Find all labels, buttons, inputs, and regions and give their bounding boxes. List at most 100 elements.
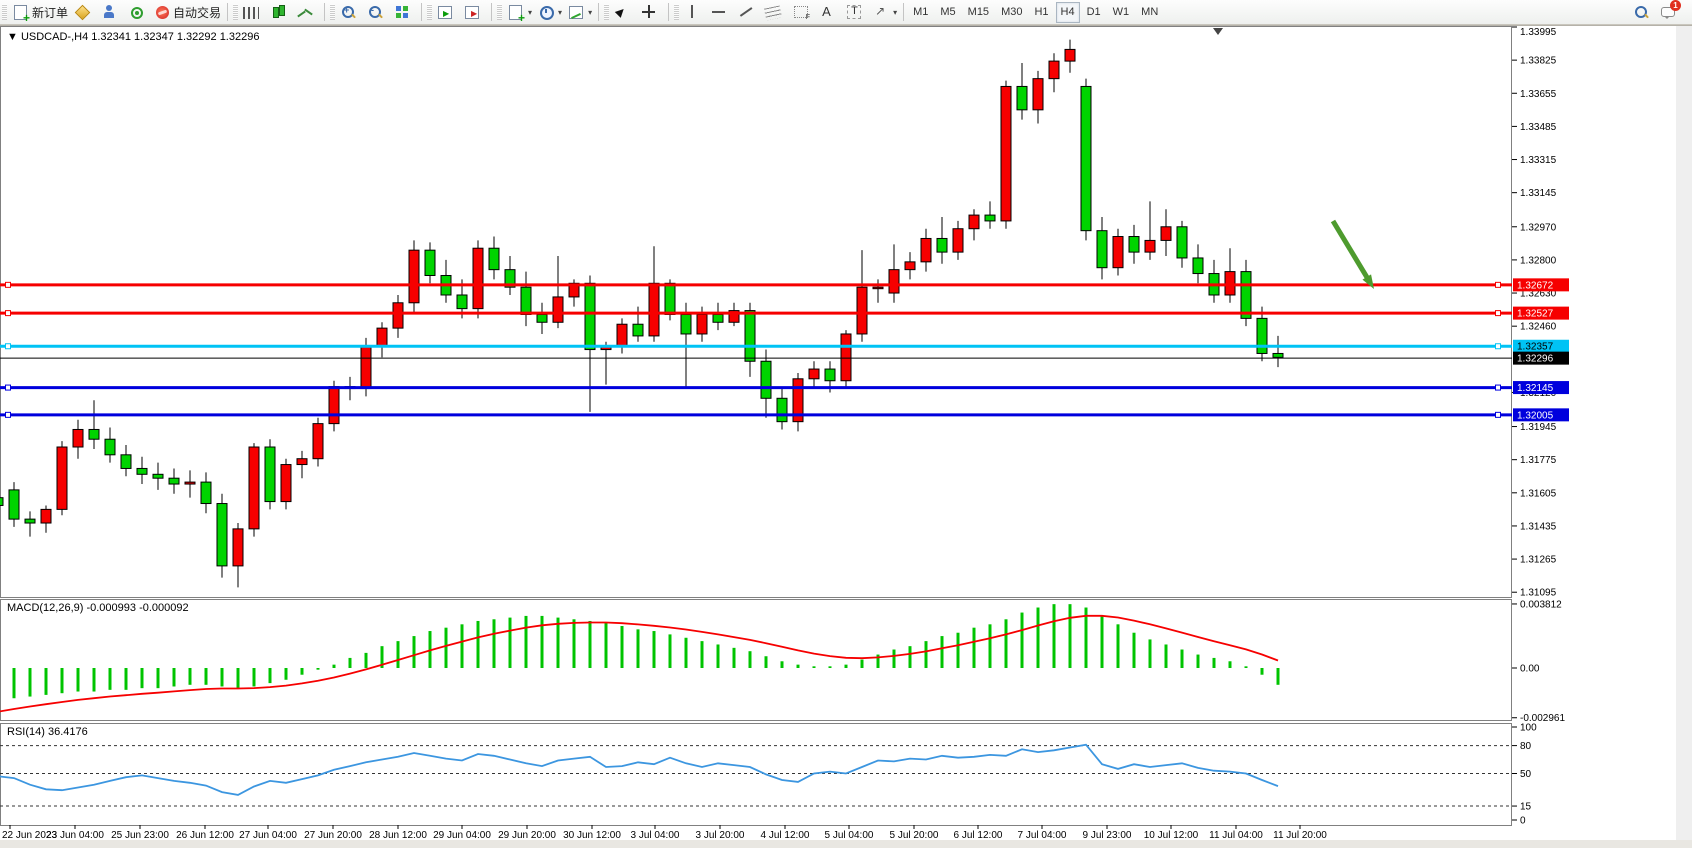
macd-axis-label: 0.00 bbox=[1520, 664, 1540, 675]
line-handle[interactable] bbox=[1496, 311, 1501, 316]
macd-bar bbox=[61, 668, 64, 693]
signal-button[interactable] bbox=[125, 1, 152, 24]
timeframe-m1[interactable]: M1 bbox=[908, 2, 933, 23]
chevron-down-icon[interactable]: ▾ bbox=[588, 8, 592, 17]
line-handle[interactable] bbox=[1496, 344, 1501, 349]
line-handle[interactable] bbox=[1496, 282, 1501, 287]
bar-chart-icon bbox=[243, 7, 259, 19]
chevron-down-icon[interactable]: ▾ bbox=[528, 8, 532, 17]
gold-button[interactable] bbox=[71, 1, 98, 24]
chevron-down-icon[interactable]: ▾ bbox=[558, 8, 562, 17]
trendline-button[interactable] bbox=[735, 1, 762, 24]
chart-shift-button[interactable] bbox=[461, 1, 488, 24]
fibonacci-button[interactable] bbox=[762, 1, 789, 24]
grid-icon bbox=[794, 6, 808, 18]
channel-button[interactable] bbox=[789, 1, 816, 24]
window-edge bbox=[1676, 26, 1692, 840]
auto-scroll-button[interactable] bbox=[434, 1, 461, 24]
macd-bar bbox=[701, 641, 704, 668]
candle-body bbox=[1001, 86, 1011, 220]
text-button[interactable] bbox=[816, 1, 843, 24]
periods-button[interactable]: ▾ bbox=[535, 1, 565, 24]
candle-body bbox=[969, 215, 979, 229]
line-handle[interactable] bbox=[1496, 385, 1501, 390]
line-handle[interactable] bbox=[6, 311, 11, 316]
rsi-axis-label: 0 bbox=[1520, 816, 1526, 827]
macd-bar bbox=[269, 668, 272, 683]
new-chart-button[interactable]: ▾ bbox=[504, 1, 535, 24]
candle-body bbox=[953, 229, 963, 252]
timeframe-m30[interactable]: M30 bbox=[996, 2, 1027, 23]
timeframe-d1[interactable]: D1 bbox=[1082, 2, 1106, 23]
crosshair-button[interactable] bbox=[638, 1, 665, 24]
new-order-button[interactable]: 新订单 bbox=[9, 1, 71, 24]
macd-bar bbox=[541, 616, 544, 668]
line-handle[interactable] bbox=[6, 282, 11, 287]
cursor-button[interactable] bbox=[611, 1, 638, 24]
candle-body bbox=[937, 238, 947, 252]
macd-bar bbox=[1133, 633, 1136, 668]
candle-body bbox=[745, 311, 755, 362]
timeframe-w1[interactable]: W1 bbox=[1108, 2, 1135, 23]
candle-body bbox=[473, 248, 483, 308]
candle-body bbox=[1177, 227, 1187, 258]
community-button[interactable] bbox=[98, 1, 125, 24]
price-tick-label: 1.31095 bbox=[1520, 588, 1557, 599]
search-button[interactable] bbox=[1630, 1, 1657, 24]
macd-bar bbox=[301, 668, 304, 675]
candle-body bbox=[265, 447, 275, 502]
candle-body bbox=[137, 468, 147, 474]
tile-windows-button[interactable] bbox=[391, 1, 418, 24]
chart-canvas[interactable]: 1.339951.338251.336551.334851.333151.331… bbox=[0, 26, 1692, 840]
candlestick-button[interactable] bbox=[267, 1, 294, 24]
label-button[interactable] bbox=[843, 1, 870, 24]
macd-bar bbox=[397, 641, 400, 668]
timeframe-m15[interactable]: M15 bbox=[963, 2, 994, 23]
timeframe-m5[interactable]: M5 bbox=[935, 2, 960, 23]
new-order-button-label: 新订单 bbox=[32, 4, 68, 21]
price-label-1.32357-text: 1.32357 bbox=[1517, 342, 1554, 353]
macd-bar bbox=[77, 668, 80, 692]
line-handle[interactable] bbox=[6, 412, 11, 417]
bar-chart-button[interactable] bbox=[240, 1, 267, 24]
timeframe-h4[interactable]: H4 bbox=[1056, 2, 1080, 23]
price-tick-label: 1.33145 bbox=[1520, 188, 1557, 199]
candle-body bbox=[217, 504, 227, 566]
zoom-out-button[interactable]: - bbox=[364, 1, 391, 24]
chat-button[interactable]: 1 bbox=[1657, 1, 1684, 24]
candle-body bbox=[1081, 86, 1091, 230]
line-handle[interactable] bbox=[1496, 412, 1501, 417]
horizontal-line-button[interactable] bbox=[708, 1, 735, 24]
candle-body bbox=[665, 283, 675, 314]
doc-plus-icon bbox=[14, 5, 27, 20]
macd-bar bbox=[285, 668, 288, 680]
timeframe-h1[interactable]: H1 bbox=[1029, 2, 1053, 23]
line-handle[interactable] bbox=[6, 385, 11, 390]
macd-bar bbox=[109, 668, 112, 690]
macd-bar bbox=[509, 618, 512, 668]
line-handle[interactable] bbox=[6, 344, 11, 349]
notification-badge: 1 bbox=[1670, 0, 1681, 11]
macd-bar bbox=[1053, 604, 1056, 668]
zoom-in-button[interactable]: + bbox=[337, 1, 364, 24]
indicators-button[interactable]: ▾ bbox=[565, 1, 595, 24]
chevron-down-icon[interactable]: ▾ bbox=[893, 8, 897, 17]
autotrade-button[interactable]: 自动交易 bbox=[152, 1, 224, 24]
gold-icon bbox=[74, 4, 90, 20]
candle-body bbox=[905, 262, 915, 270]
time-tick-label: 5 Jul 20:00 bbox=[890, 830, 939, 840]
line-chart-button[interactable] bbox=[294, 1, 321, 24]
arrows-button[interactable]: ▾ bbox=[870, 1, 900, 24]
macd-bar bbox=[733, 648, 736, 668]
vertical-line-button[interactable] bbox=[681, 1, 708, 24]
candle-body bbox=[841, 334, 851, 381]
time-tick-label: 27 Jun 20:00 bbox=[304, 830, 362, 840]
macd-bar bbox=[573, 619, 576, 668]
rsi-axis-label: 15 bbox=[1520, 802, 1532, 813]
macd-bar bbox=[1021, 613, 1024, 668]
macd-bar bbox=[1181, 650, 1184, 668]
fibonacci-icon bbox=[764, 5, 782, 20]
macd-bar bbox=[1165, 644, 1168, 668]
timeframe-mn[interactable]: MN bbox=[1136, 2, 1163, 23]
candle-body bbox=[649, 283, 659, 336]
